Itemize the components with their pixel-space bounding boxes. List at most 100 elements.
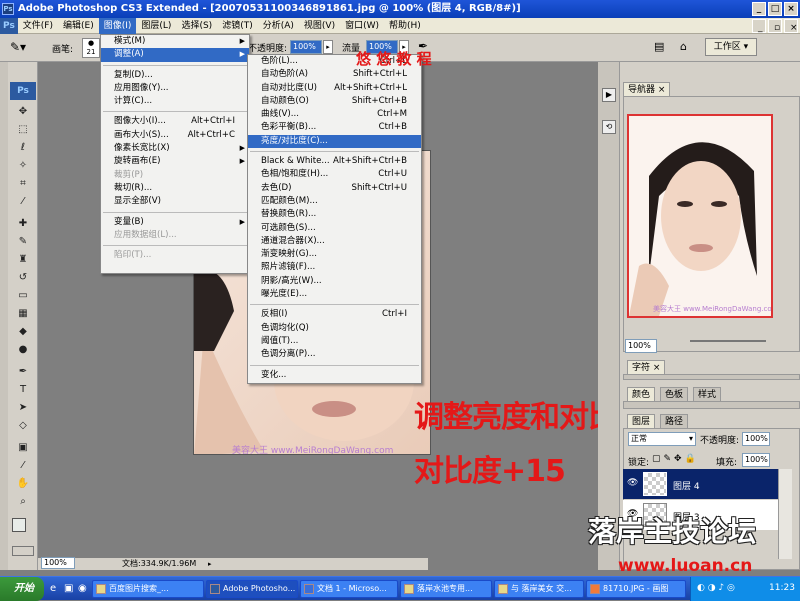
taskbar-button-paint[interactable]: 81710.JPG - 画图: [586, 580, 686, 598]
zoom-tool-icon[interactable]: ⌕: [12, 494, 34, 510]
layer-fill-input[interactable]: 100%: [742, 453, 770, 467]
image_menu-item[interactable]: 复制(D)...: [101, 69, 249, 82]
adjust_menu-item[interactable]: 匹配颜色(M)...: [248, 195, 421, 208]
tab-navigator[interactable]: 导航器 ×: [623, 82, 671, 96]
adjust_menu-item[interactable]: 色调均化(Q): [248, 322, 421, 335]
menu-layer[interactable]: 图层(L): [136, 18, 176, 34]
clone-stamp-tool-icon[interactable]: ♜: [12, 252, 34, 268]
layer-opacity-input[interactable]: 100%: [742, 432, 770, 446]
menu-help[interactable]: 帮助(H): [384, 18, 426, 34]
status-zoom-input[interactable]: 100%: [41, 557, 75, 569]
adjust_menu-item[interactable]: 阈值(T)...: [248, 335, 421, 348]
navigator-zoom-input[interactable]: 100%: [625, 339, 657, 353]
tab-character[interactable]: 字符 ×: [627, 360, 666, 374]
menu-analysis[interactable]: 分析(A): [258, 18, 299, 34]
adjust_menu-item[interactable]: Black & White... Alt+Shift+Ctrl+B: [248, 155, 421, 168]
image_menu-item[interactable]: 画布大小(S)... Alt+Ctrl+C: [101, 129, 249, 142]
quicklaunch-desktop-icon[interactable]: ▣: [64, 583, 73, 594]
layer-visibility-eye-icon[interactable]: 👁: [627, 478, 638, 488]
adjust_menu-item[interactable]: 色调分离(P)...: [248, 348, 421, 361]
tab-swatches[interactable]: 色板: [660, 387, 689, 401]
magic-wand-tool-icon[interactable]: ✧: [12, 158, 34, 174]
menu-select[interactable]: 选择(S): [176, 18, 217, 34]
workspace-button[interactable]: 工作区 ▾: [705, 38, 757, 56]
adjust_menu-item[interactable]: 自动颜色(O) Shift+Ctrl+B: [248, 95, 421, 108]
menu-window[interactable]: 窗口(W): [340, 18, 384, 34]
ps-menu-icon[interactable]: Ps: [0, 18, 18, 34]
opacity-input[interactable]: 100%: [290, 40, 322, 54]
taskbar-button-chat[interactable]: 与 落岸美女 交...: [494, 580, 584, 598]
taskbar-button-photoshop[interactable]: Adobe Photosho...: [206, 580, 298, 598]
crop-tool-icon[interactable]: ⌗: [12, 176, 34, 192]
menu-file[interactable]: 文件(F): [18, 18, 58, 34]
menu-image[interactable]: 图像(I): [98, 18, 137, 34]
history-panel-icon[interactable]: ⟲: [602, 120, 616, 134]
adjust_menu-item[interactable]: 去色(D) Shift+Ctrl+U: [248, 182, 421, 195]
taskbar-button-forum[interactable]: 落岸水池专用...: [400, 580, 492, 598]
quicklaunch-ie-icon[interactable]: e: [50, 583, 56, 594]
healing-brush-tool-icon[interactable]: ✚: [12, 216, 34, 232]
opacity-slider-button[interactable]: ▸: [323, 40, 333, 54]
adjust_menu-item[interactable]: 渐变映射(G)...: [248, 248, 421, 261]
path-selection-tool-icon[interactable]: ➤: [12, 400, 34, 416]
eraser-tool-icon[interactable]: ▭: [12, 288, 34, 304]
image_menu-item[interactable]: 应用图像(Y)...: [101, 82, 249, 95]
foreground-color-swatch[interactable]: [12, 518, 26, 532]
adjust_menu-item[interactable]: 替换颜色(R)...: [248, 208, 421, 221]
doc-restore-button[interactable]: ▫: [768, 19, 782, 33]
tab-layers[interactable]: 图层: [627, 414, 656, 428]
adjust_menu-item[interactable]: 亮度/对比度(C)...: [248, 134, 421, 149]
quick-mask-button[interactable]: [12, 546, 34, 556]
quicklaunch-media-icon[interactable]: ◉: [78, 583, 87, 594]
maximize-button[interactable]: □: [768, 2, 782, 16]
taskbar-button-baidu[interactable]: 百度图片搜索_...: [92, 580, 204, 598]
start-button[interactable]: 开始: [0, 577, 44, 601]
image_menu-item[interactable]: 像素长宽比(X) ▶: [101, 142, 249, 155]
adjust_menu-item[interactable]: 色相/饱和度(H)... Ctrl+U: [248, 168, 421, 181]
menu-edit[interactable]: 编辑(E): [58, 18, 99, 34]
tab-color[interactable]: 颜色: [627, 387, 656, 401]
eyedropper-tool-icon[interactable]: ⁄: [12, 458, 34, 474]
tray-icons[interactable]: ◐ ◑ ♪ ◎: [697, 583, 735, 593]
brush-tool-icon[interactable]: ✎▾: [10, 40, 26, 54]
taskbar-button-word[interactable]: 文档 1 - Microso...: [300, 580, 398, 598]
image_menu-item[interactable]: 变量(B) ▶: [101, 216, 249, 229]
adjust_menu-item[interactable]: 自动色阶(A) Shift+Ctrl+L: [248, 68, 421, 81]
image_menu-item[interactable]: 计算(C)...: [101, 95, 249, 108]
blend-mode-select[interactable]: 正常 ▾: [628, 432, 696, 446]
doc-minimize-button[interactable]: _: [752, 19, 766, 33]
pen-tool-icon[interactable]: ✒: [12, 364, 34, 380]
brush-preset-picker[interactable]: ● 21: [82, 38, 100, 58]
image_menu-item[interactable]: 调整(A) ▶: [101, 48, 249, 62]
adjust_menu-item[interactable]: 变化...: [248, 369, 421, 382]
tab-styles[interactable]: 样式: [693, 387, 722, 401]
notes-tool-icon[interactable]: ▣: [12, 440, 34, 456]
brush-tool-selected-icon[interactable]: ✎: [12, 234, 34, 250]
image_menu-item[interactable]: 旋转画布(E) ▶: [101, 155, 249, 168]
image_menu-item[interactable]: 裁切(R)...: [101, 182, 249, 195]
adjust_menu-item[interactable]: 曝光度(E)...: [248, 288, 421, 301]
gradient-tool-icon[interactable]: ▦: [12, 306, 34, 322]
image_menu-item[interactable]: 显示全部(V): [101, 195, 249, 208]
image_menu-item[interactable]: 模式(M) ▶: [101, 35, 249, 48]
status-menu-arrow[interactable]: ▸: [208, 558, 212, 570]
layers-scrollbar[interactable]: [778, 469, 792, 559]
type-tool-icon[interactable]: T: [12, 382, 34, 398]
adjust_menu-item[interactable]: 自动对比度(U) Alt+Shift+Ctrl+L: [248, 82, 421, 95]
actions-panel-icon[interactable]: ▶: [602, 88, 616, 102]
navigator-zoom-slider[interactable]: [690, 340, 766, 348]
layer-row-4[interactable]: 👁 图层 4: [623, 469, 778, 499]
adjust_menu-item[interactable]: 照片滤镜(F)...: [248, 261, 421, 274]
adjust_menu-item[interactable]: 通道混合器(X)...: [248, 235, 421, 248]
adjust_menu-item[interactable]: 反相(I) Ctrl+I: [248, 308, 421, 321]
move-tool-icon[interactable]: ✥: [12, 104, 34, 120]
close-button[interactable]: ×: [784, 2, 798, 16]
dodge-tool-icon[interactable]: ●: [12, 342, 34, 358]
history-brush-tool-icon[interactable]: ↺: [12, 270, 34, 286]
adjust_menu-item[interactable]: 阴影/高光(W)...: [248, 275, 421, 288]
palette-well-icon[interactable]: ▤: [654, 40, 664, 53]
doc-close-button[interactable]: ×: [784, 19, 798, 33]
lasso-tool-icon[interactable]: ℓ: [12, 140, 34, 156]
shape-tool-icon[interactable]: ◇: [12, 418, 34, 434]
navigator-thumbnail[interactable]: 美容大王 www.MeiRongDaWang.com: [627, 114, 773, 318]
